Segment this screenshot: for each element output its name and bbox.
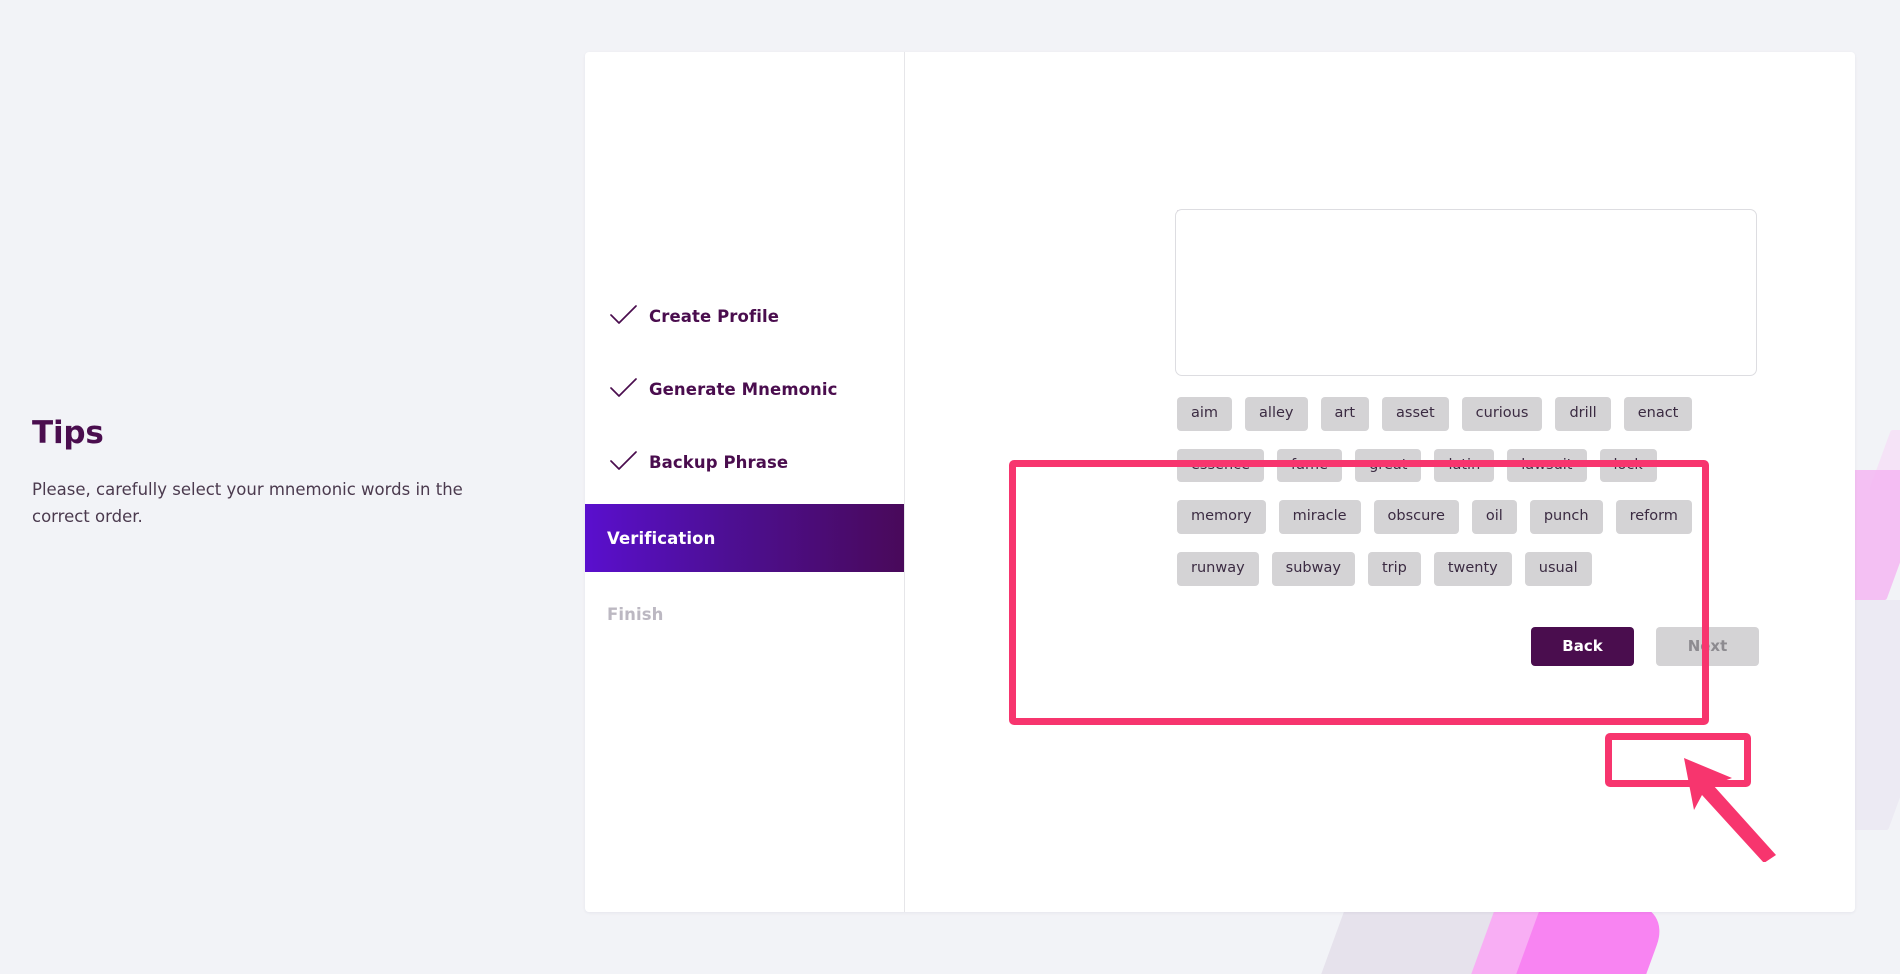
- word-chip[interactable]: asset: [1382, 397, 1449, 431]
- decorative-shape-bottom-lavender: [1313, 905, 1607, 974]
- word-chip[interactable]: usual: [1524, 552, 1592, 586]
- word-chip[interactable]: fame: [1277, 448, 1343, 483]
- sidebar-item-finish[interactable]: Finish: [585, 583, 904, 645]
- word-chip[interactable]: miracle: [1278, 500, 1361, 535]
- sidebar-item-label: Backup Phrase: [649, 452, 789, 472]
- word-chip[interactable]: drill: [1555, 397, 1611, 431]
- check-icon: [607, 299, 641, 333]
- word-chip[interactable]: reform: [1615, 500, 1692, 535]
- word-chip-row: runway subway trip twenty usual: [1177, 552, 1749, 586]
- wizard-footer: Back Next: [1177, 627, 1759, 666]
- word-chip[interactable]: lawsuit: [1507, 448, 1587, 483]
- sidebar-item-label: Generate Mnemonic: [649, 379, 838, 399]
- decorative-shape-right-small: [1869, 430, 1900, 490]
- tips-title: Tips: [32, 415, 104, 451]
- sidebar-item-verification[interactable]: Verification: [585, 504, 904, 572]
- word-chip-grid: aim alley art asset curious drill enact …: [1177, 397, 1749, 586]
- wizard-content: Verify mnemonic words backup aim alley a…: [905, 52, 1855, 912]
- tips-panel: Tips Please, carefully select your mnemo…: [32, 415, 502, 530]
- sidebar-item-label: Create Profile: [649, 306, 780, 326]
- sidebar-item-backup-phrase[interactable]: Backup Phrase: [585, 431, 904, 493]
- wizard-stepper: Create Profile Generate Mnemonic Backup …: [585, 52, 905, 912]
- word-chip[interactable]: lock: [1599, 448, 1657, 483]
- word-chip-row: aim alley art asset curious drill enact: [1177, 397, 1749, 431]
- word-chip[interactable]: oil: [1471, 500, 1517, 535]
- decorative-shape-bottom-pink: [1508, 905, 1672, 974]
- selected-words-area[interactable]: [1175, 209, 1757, 376]
- word-chip[interactable]: punch: [1529, 500, 1603, 535]
- word-chip[interactable]: latin: [1434, 448, 1495, 483]
- word-chip[interactable]: twenty: [1433, 552, 1512, 586]
- wizard-card: Create Profile Generate Mnemonic Backup …: [585, 52, 1855, 912]
- sidebar-item-label: Verification: [607, 528, 716, 548]
- check-icon: [607, 372, 641, 406]
- sidebar-item-label: Finish: [607, 604, 664, 624]
- word-chip-row: essence fame great latin lawsuit lock: [1177, 448, 1749, 483]
- word-chip[interactable]: trip: [1367, 552, 1421, 586]
- check-icon: [607, 445, 641, 479]
- word-chip[interactable]: essence: [1177, 448, 1265, 483]
- decorative-shape-bottom-pink-light: [1463, 905, 1607, 974]
- word-chip[interactable]: great: [1355, 448, 1422, 483]
- word-chip[interactable]: curious: [1461, 397, 1543, 431]
- word-chip[interactable]: enact: [1623, 397, 1693, 431]
- word-chip[interactable]: memory: [1177, 500, 1266, 535]
- word-chip[interactable]: runway: [1177, 552, 1259, 586]
- tips-body: Please, carefully select your mnemonic w…: [32, 480, 463, 526]
- sidebar-item-create-profile[interactable]: Create Profile: [585, 285, 904, 347]
- next-button: Next: [1656, 627, 1759, 666]
- sidebar-item-generate-mnemonic[interactable]: Generate Mnemonic: [585, 358, 904, 420]
- word-chip[interactable]: alley: [1245, 397, 1308, 431]
- word-chip-row: memory miracle obscure oil punch reform: [1177, 500, 1749, 535]
- word-chip[interactable]: obscure: [1373, 500, 1459, 535]
- back-button[interactable]: Back: [1531, 627, 1634, 666]
- word-chip[interactable]: subway: [1271, 552, 1355, 586]
- word-chip[interactable]: art: [1320, 397, 1370, 431]
- word-chip[interactable]: aim: [1177, 397, 1233, 431]
